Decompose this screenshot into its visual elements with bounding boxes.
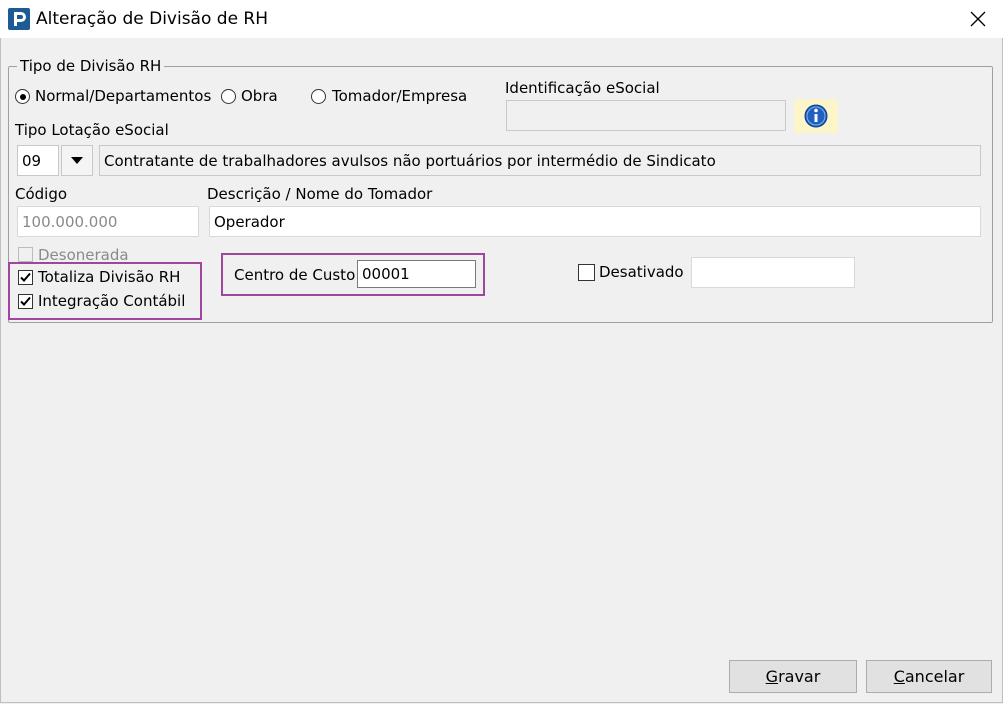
radio-tomador-empresa[interactable] <box>311 89 326 104</box>
identificacao-label: Identificação eSocial <box>505 79 660 97</box>
caret-down-icon <box>71 156 83 164</box>
title-bar: Alteração de Divisão de RH <box>0 0 1003 38</box>
desonerada-checkbox[interactable] <box>18 247 33 262</box>
group-legend: Tipo de Divisão RH <box>17 57 165 75</box>
cancelar-button[interactable]: Cancelar <box>866 660 992 693</box>
radio-normal-label[interactable]: Normal/Departamentos <box>35 87 211 105</box>
gravar-button[interactable]: Gravar <box>729 660 857 693</box>
close-icon <box>970 11 986 27</box>
descricao-label: Descrição / Nome do Tomador <box>207 185 433 203</box>
integracao-label[interactable]: Integração Contábil <box>38 292 185 310</box>
radio-normal-departamentos[interactable] <box>15 89 30 104</box>
close-button[interactable] <box>953 0 1003 38</box>
window-title: Alteração de Divisão de RH <box>36 9 269 29</box>
app-logo-icon <box>8 8 30 30</box>
info-button[interactable] <box>794 99 838 133</box>
tipo-lotacao-description-field: Contratante de trabalhadores avulsos não… <box>99 145 981 176</box>
checkmark-icon <box>20 296 31 306</box>
totaliza-label[interactable]: Totaliza Divisão RH <box>38 268 180 286</box>
identificacao-esocial-field[interactable] <box>506 100 786 131</box>
centro-custo-label: Centro de Custo <box>234 266 356 284</box>
integracao-checkbox[interactable] <box>18 294 33 309</box>
tipo-lotacao-label: Tipo Lotação eSocial <box>15 121 169 139</box>
info-icon <box>804 104 828 128</box>
tipo-lotacao-dropdown-button[interactable] <box>61 145 93 176</box>
tipo-lotacao-code-field[interactable]: 09 <box>17 145 59 176</box>
totaliza-checkbox[interactable] <box>18 270 33 285</box>
checkmark-icon <box>20 272 31 282</box>
desativado-checkbox[interactable] <box>578 264 595 281</box>
descricao-field[interactable]: Operador <box>209 206 981 237</box>
gravar-accel: G <box>765 667 779 686</box>
desativado-field[interactable] <box>691 257 855 288</box>
codigo-field[interactable]: 100.000.000 <box>17 206 199 237</box>
radio-obra[interactable] <box>221 89 236 104</box>
gravar-label: ravar <box>778 667 821 686</box>
codigo-label: Código <box>15 185 68 203</box>
radio-obra-label[interactable]: Obra <box>241 87 278 105</box>
desativado-label[interactable]: Desativado <box>599 263 684 281</box>
radio-tomador-label[interactable]: Tomador/Empresa <box>332 87 467 105</box>
cancelar-label: ancelar <box>904 667 965 686</box>
cancelar-accel: C <box>893 667 905 686</box>
centro-custo-field[interactable]: 00001 <box>357 260 476 288</box>
